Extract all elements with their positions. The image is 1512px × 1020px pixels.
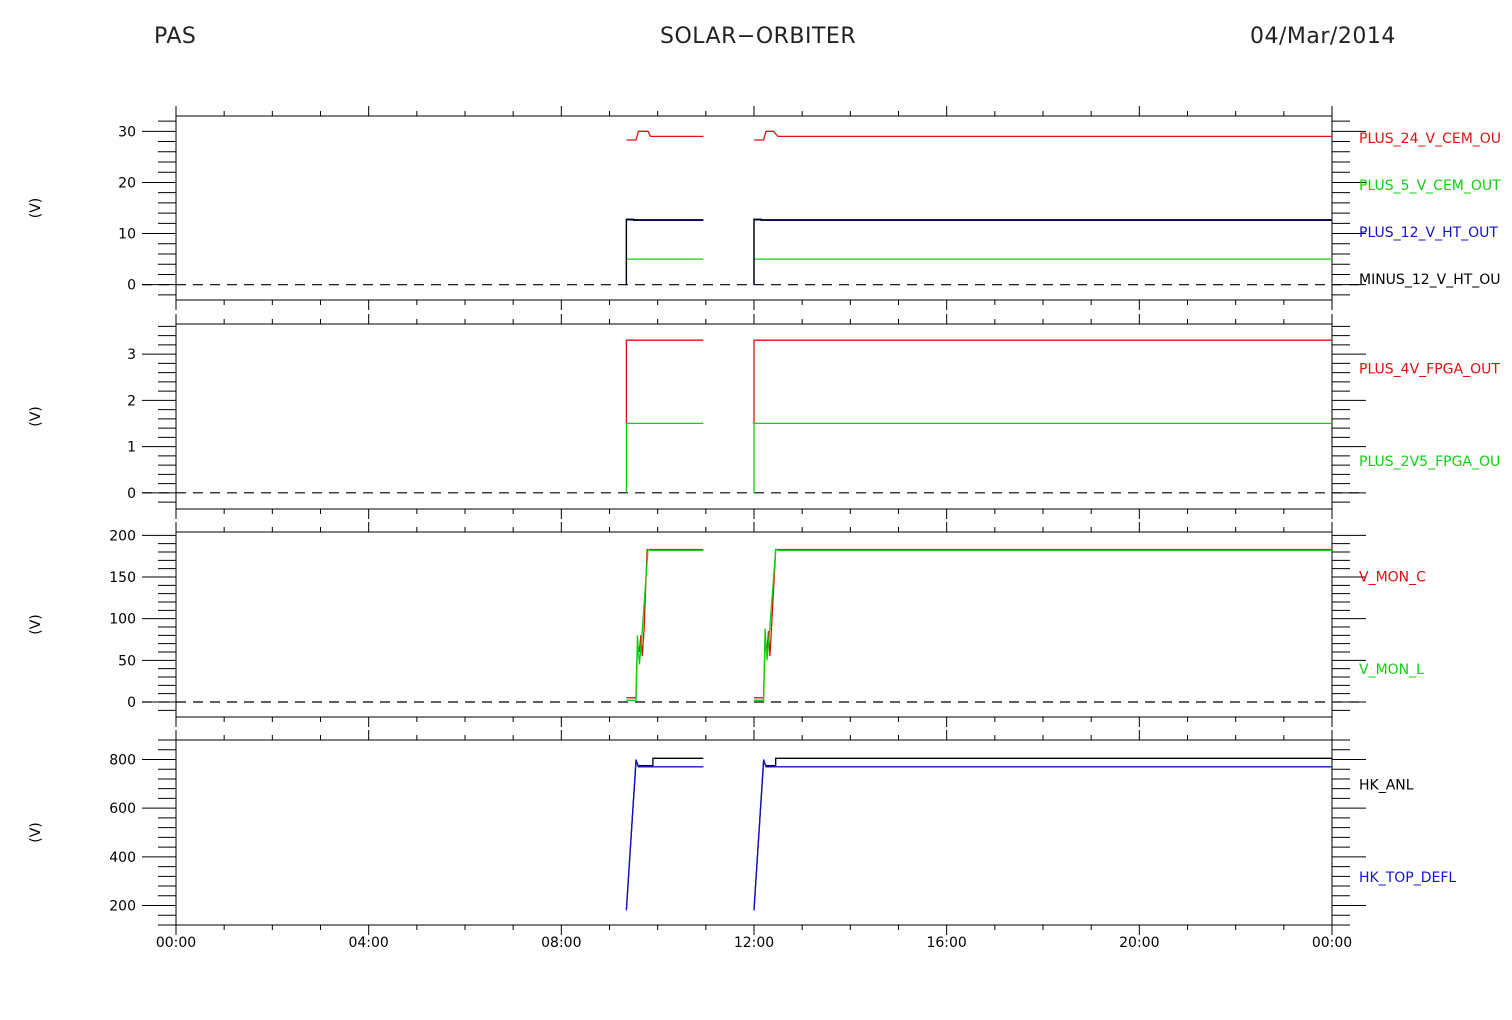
legend-label: PLUS_4V_FPGA_OUT — [1359, 361, 1500, 377]
y-tick-label: 200 — [109, 528, 136, 544]
legend-label: PLUS_2V5_FPGA_OU — [1359, 454, 1500, 470]
housekeeping-chart: 0102030(V)PLUS_24_V_CEM_OUPLUS_5_V_CEM_O… — [28, 106, 1501, 951]
series-line-hk-anl — [625, 757, 704, 910]
legend-label: PLUS_12_V_HT_OUT — [1359, 225, 1498, 241]
legend-label: PLUS_24_V_CEM_OU — [1359, 131, 1501, 147]
series-line-plus-24-v-cem-ou — [626, 130, 704, 141]
series-line-hk-top-defl — [753, 759, 1332, 911]
y-tick-label: 800 — [109, 752, 136, 768]
x-tick-label: 20:00 — [1119, 935, 1159, 951]
x-tick-label: 16:00 — [926, 935, 966, 951]
y-axis-label: (V) — [28, 198, 44, 219]
series-line-plus-12-v-ht-out — [625, 218, 704, 285]
y-tick-label: 0 — [127, 278, 136, 294]
x-tick-label: 12:00 — [734, 935, 774, 951]
x-tick-label: 00:00 — [1312, 935, 1352, 951]
series-line-plus-2v5-fpga-ou — [753, 422, 1332, 493]
series-line-v-mon-c — [626, 548, 704, 699]
y-tick-label: 0 — [127, 695, 136, 711]
y-tick-label: 3 — [127, 347, 136, 363]
y-tick-label: 30 — [118, 124, 136, 140]
series-line-v-mon-c — [754, 548, 1332, 699]
y-tick-label: 50 — [118, 653, 136, 669]
y-axis-label: (V) — [28, 406, 44, 427]
series-line-plus-4v-fpga-out — [753, 339, 1332, 424]
y-axis-label: (V) — [28, 614, 44, 635]
series-line-plus-24-v-cem-ou — [754, 130, 1332, 141]
legend-label: MINUS_12_V_HT_OU — [1359, 272, 1501, 288]
y-tick-label: 200 — [109, 899, 136, 915]
series-line-plus-12-v-ht-out — [753, 218, 1332, 285]
x-tick-label: 08:00 — [541, 935, 581, 951]
y-tick-label: 0 — [127, 486, 136, 502]
y-tick-label: 20 — [118, 175, 136, 191]
legend-label: PLUS_5_V_CEM_OUT — [1359, 178, 1501, 194]
y-tick-label: 400 — [109, 850, 136, 866]
series-line-minus-12-v-ht-ou — [625, 219, 704, 285]
panel-3-frame — [175, 531, 1333, 718]
legend-label: V_MON_C — [1359, 569, 1426, 585]
series-line-hk-anl — [753, 757, 1332, 910]
series-line-hk-top-defl — [625, 759, 704, 911]
legend-label: HK_TOP_DEFL — [1359, 870, 1456, 886]
panel-4-frame — [175, 739, 1333, 926]
series-line-plus-2v5-fpga-ou — [625, 422, 704, 493]
series-line-minus-12-v-ht-ou — [753, 219, 1332, 285]
x-tick-label: 04:00 — [348, 935, 388, 951]
y-tick-label: 600 — [109, 801, 136, 817]
y-tick-label: 150 — [109, 570, 136, 586]
y-tick-label: 1 — [127, 440, 136, 456]
y-axis-label: (V) — [28, 822, 44, 843]
series-line-v-mon-l — [626, 548, 704, 701]
series-line-plus-4v-fpga-out — [625, 339, 704, 424]
y-tick-label: 100 — [109, 612, 136, 628]
y-tick-label: 10 — [118, 227, 136, 243]
y-tick-label: 2 — [127, 393, 136, 409]
series-line-v-mon-l — [754, 548, 1332, 701]
x-tick-label: 00:00 — [156, 935, 196, 951]
legend-label: HK_ANL — [1359, 777, 1414, 793]
legend-label: V_MON_L — [1359, 662, 1424, 678]
